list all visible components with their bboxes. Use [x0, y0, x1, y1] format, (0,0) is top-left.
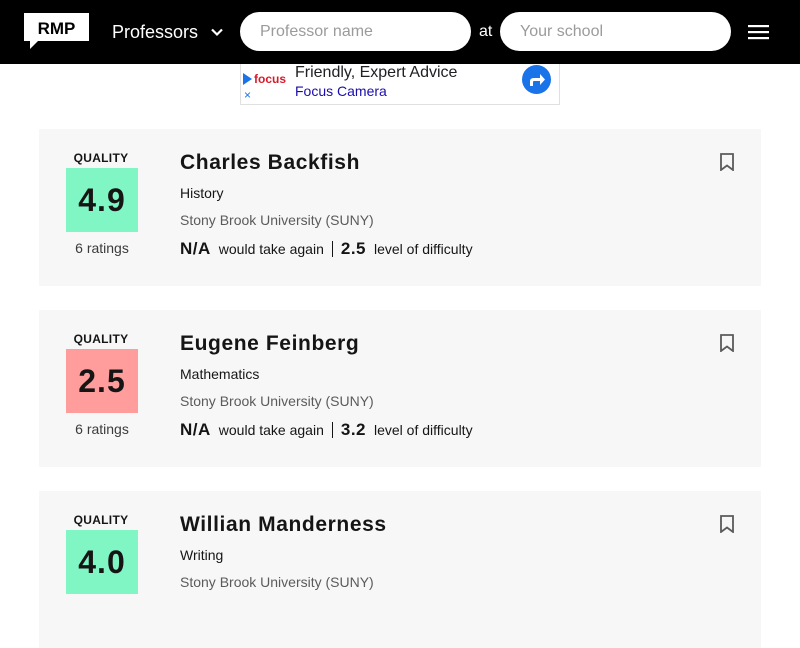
professor-department: Mathematics	[180, 366, 260, 382]
professors-dropdown-label: Professors	[112, 21, 199, 42]
adchoices-icon	[243, 73, 252, 85]
site-header: RMP Professors at	[0, 0, 800, 64]
advertisement-banner[interactable]: focus × Friendly, Expert Advice Focus Ca…	[240, 64, 560, 105]
at-label: at	[479, 23, 493, 40]
bookmark-icon[interactable]	[720, 515, 734, 533]
professor-card[interactable]: QUALITY 4.0 Willian Manderness Writing S…	[39, 491, 761, 648]
bookmark-icon[interactable]	[720, 153, 734, 171]
ratings-count: 6 ratings	[75, 421, 129, 437]
feedback-row: N/A would take again 2.5 level of diffic…	[180, 239, 473, 259]
feedback-row: N/A would take again 3.2 level of diffic…	[180, 420, 473, 440]
would-take-again-value: N/A	[180, 420, 211, 439]
professor-school: Stony Brook University (SUNY)	[180, 393, 374, 409]
hamburger-menu-icon[interactable]	[748, 22, 769, 42]
professor-school: Stony Brook University (SUNY)	[180, 574, 374, 590]
quality-score: 2.5	[66, 349, 138, 413]
difficulty-value: 2.5	[340, 239, 366, 258]
feedback-divider	[331, 241, 333, 257]
ad-close-button[interactable]: ×	[244, 88, 251, 102]
professor-department: Writing	[180, 547, 224, 563]
would-take-again-value: N/A	[180, 239, 211, 258]
quality-score: 4.9	[66, 168, 138, 232]
quality-score: 4.0	[66, 530, 138, 594]
would-take-again-label: would take again	[218, 422, 324, 438]
school-input[interactable]	[500, 12, 731, 51]
would-take-again-label: would take again	[218, 241, 324, 257]
professor-card[interactable]: QUALITY 4.9 6 ratings Charles Backfish H…	[39, 129, 761, 286]
professor-department: History	[180, 185, 224, 201]
difficulty-value: 3.2	[340, 420, 366, 439]
ad-headline: Friendly, Expert Advice	[295, 64, 458, 81]
quality-label: QUALITY	[73, 513, 129, 527]
ad-subline[interactable]: Focus Camera	[295, 83, 387, 99]
professor-school: Stony Brook University (SUNY)	[180, 212, 374, 228]
quality-label: QUALITY	[73, 151, 129, 165]
chevron-down-icon	[211, 28, 223, 37]
svg-text:RMP: RMP	[38, 19, 76, 38]
professor-name-input[interactable]	[240, 12, 471, 51]
professor-name[interactable]: Charles Backfish	[180, 151, 360, 175]
difficulty-label: level of difficulty	[374, 422, 473, 438]
difficulty-label: level of difficulty	[374, 241, 473, 257]
professor-name[interactable]: Eugene Feinberg	[180, 332, 359, 356]
ad-brand-logo: focus	[243, 72, 286, 86]
feedback-divider	[331, 422, 333, 438]
professor-card[interactable]: QUALITY 2.5 6 ratings Eugene Feinberg Ma…	[39, 310, 761, 467]
professors-dropdown[interactable]: Professors	[112, 20, 224, 44]
quality-label: QUALITY	[73, 332, 129, 346]
bookmark-icon[interactable]	[720, 334, 734, 352]
rmp-logo[interactable]: RMP	[24, 13, 89, 49]
ad-forward-arrow-icon[interactable]	[522, 65, 551, 94]
professor-name[interactable]: Willian Manderness	[180, 513, 387, 537]
ratings-count: 6 ratings	[75, 240, 129, 256]
